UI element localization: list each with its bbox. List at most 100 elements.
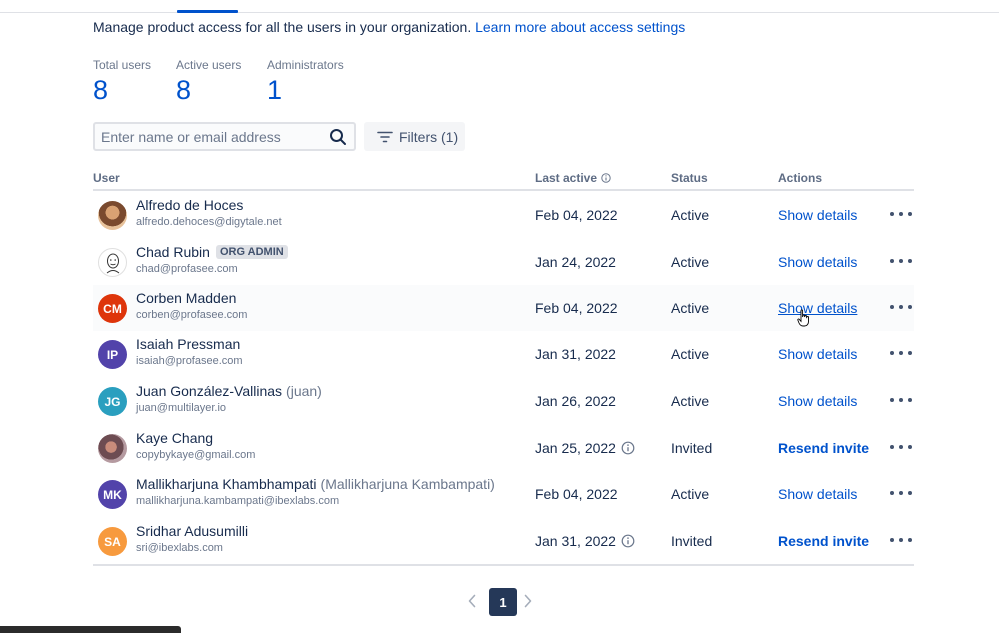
user-status: Active — [671, 346, 710, 362]
user-nickname: (Mallikharjuna Kambampati) — [320, 476, 495, 492]
stat-label: Active users — [176, 58, 242, 72]
show-details-link[interactable]: Show details — [778, 486, 857, 502]
info-icon[interactable] — [621, 534, 635, 548]
more-icon[interactable] — [890, 438, 912, 456]
info-icon[interactable] — [601, 173, 611, 183]
user-nickname: (juan) — [286, 383, 322, 399]
active-tab-indicator — [177, 10, 238, 13]
more-icon[interactable] — [890, 344, 912, 362]
table-row: IP Isaiah Pressman isaiah@profasee.com J… — [93, 331, 914, 377]
user-email: mallikharjuna.kambampati@ibexlabs.com — [136, 495, 340, 507]
user-name: Alfredo de Hoces — [136, 197, 244, 213]
table-row: Kaye Chang copybykaye@gmail.com Jan 25, … — [93, 425, 914, 471]
avatar: IP — [98, 340, 127, 369]
stat-total-users: Total users 8 — [93, 58, 151, 105]
table-row: Chad Rubin ORG ADMIN chad@profasee.com J… — [93, 239, 914, 285]
last-active: Feb 04, 2022 — [535, 207, 618, 223]
avatar — [98, 201, 127, 230]
column-header-last-active[interactable]: Last active — [535, 171, 611, 185]
stat-value: 8 — [176, 75, 192, 105]
hand-cursor-icon — [797, 309, 809, 327]
last-active-date: Jan 26, 2022 — [535, 393, 616, 409]
more-icon[interactable] — [890, 205, 912, 223]
user-name: Kaye Chang — [136, 430, 214, 446]
bottom-status-bar — [0, 626, 181, 633]
avatar-sketch-icon — [106, 253, 119, 273]
show-details-link[interactable]: Show details — [778, 393, 857, 409]
column-header-actions: Actions — [778, 171, 823, 185]
user-name-line: Sridhar Adusumilli — [136, 523, 248, 539]
last-active: Jan 26, 2022 — [535, 393, 616, 409]
user-status: Active — [671, 254, 710, 270]
user-name-line: Alfredo de Hoces — [136, 197, 243, 213]
more-icon[interactable] — [890, 391, 912, 409]
user-status: Active — [671, 393, 710, 409]
more-icon[interactable] — [890, 531, 912, 549]
table-row: CM Corben Madden corben@profasee.com Feb… — [93, 285, 914, 331]
show-details-link[interactable]: Show details — [778, 207, 857, 223]
stat-label: Administrators — [267, 58, 344, 72]
stat-administrators: Administrators 1 — [267, 58, 344, 105]
user-name: Chad Rubin — [136, 244, 210, 260]
user-email: juan@multilayer.io — [136, 402, 227, 414]
user-status: Invited — [671, 533, 713, 549]
search-box — [93, 122, 356, 151]
last-active-date: Feb 04, 2022 — [535, 207, 618, 223]
last-active-date: Jan 31, 2022 — [535, 533, 616, 549]
show-details-link[interactable]: Show details — [778, 300, 857, 316]
resend-invite-link[interactable]: Resend invite — [778, 440, 869, 456]
column-header-user[interactable]: User — [93, 171, 120, 185]
user-status: Active — [671, 486, 710, 502]
intro-text: Manage product access for all the users … — [93, 19, 685, 35]
last-active: Jan 31, 2022 — [535, 346, 616, 362]
last-active: Jan 25, 2022 — [535, 440, 635, 456]
table-row: JG Juan González-Vallinas (juan) juan@mu… — [93, 378, 914, 424]
user-email: copybykaye@gmail.com — [136, 449, 256, 461]
chevron-right-icon[interactable] — [524, 594, 532, 608]
last-active: Feb 04, 2022 — [535, 300, 618, 316]
last-active: Jan 31, 2022 — [535, 533, 635, 549]
column-header-status[interactable]: Status — [671, 171, 708, 185]
table-header-divider — [93, 189, 914, 191]
learn-more-link[interactable]: Learn more about access settings — [475, 19, 685, 35]
search-icon[interactable] — [329, 128, 347, 146]
table-row: SA Sridhar Adusumilli sri@ibexlabs.com J… — [93, 518, 914, 564]
avatar: CM — [98, 294, 127, 323]
last-active: Jan 24, 2022 — [535, 254, 616, 270]
user-name-line: Isaiah Pressman — [136, 336, 240, 352]
user-name: Isaiah Pressman — [136, 336, 241, 352]
last-active-date: Jan 24, 2022 — [535, 254, 616, 270]
page-button-current[interactable]: 1 — [489, 588, 517, 616]
stat-label: Total users — [93, 58, 152, 72]
info-icon[interactable] — [621, 441, 635, 455]
user-name-line: Kaye Chang — [136, 430, 213, 446]
avatar: SA — [98, 527, 127, 556]
table-footer-divider — [93, 564, 914, 566]
more-icon[interactable] — [890, 252, 912, 270]
more-icon[interactable] — [890, 484, 912, 502]
stat-value: 8 — [93, 75, 109, 105]
filter-icon — [377, 131, 393, 142]
filters-label: Filters (1) — [399, 128, 459, 145]
last-active: Feb 04, 2022 — [535, 486, 618, 502]
user-name-line: Chad Rubin ORG ADMIN — [136, 244, 288, 260]
resend-invite-link[interactable]: Resend invite — [778, 533, 869, 549]
more-icon[interactable] — [890, 298, 912, 316]
avatar — [98, 434, 127, 463]
user-email: chad@profasee.com — [136, 263, 238, 275]
filters-button[interactable]: Filters (1) — [364, 122, 465, 151]
show-details-link[interactable]: Show details — [778, 254, 857, 270]
user-name: Sridhar Adusumilli — [136, 523, 249, 539]
column-header-label: Last active — [535, 171, 598, 185]
intro-description: Manage product access for all the users … — [93, 19, 472, 35]
search-input[interactable] — [95, 124, 320, 149]
org-admin-badge: ORG ADMIN — [215, 245, 288, 259]
user-email: sri@ibexlabs.com — [136, 542, 223, 554]
show-details-link[interactable]: Show details — [778, 346, 857, 362]
user-name-line: Mallikharjuna Khambhampati (Mallikharjun… — [136, 476, 495, 492]
user-email: corben@profasee.com — [136, 309, 248, 321]
chevron-left-icon[interactable] — [468, 594, 476, 608]
avatar: MK — [98, 480, 127, 509]
user-name: Corben Madden — [136, 290, 237, 306]
last-active-date: Feb 04, 2022 — [535, 300, 618, 316]
